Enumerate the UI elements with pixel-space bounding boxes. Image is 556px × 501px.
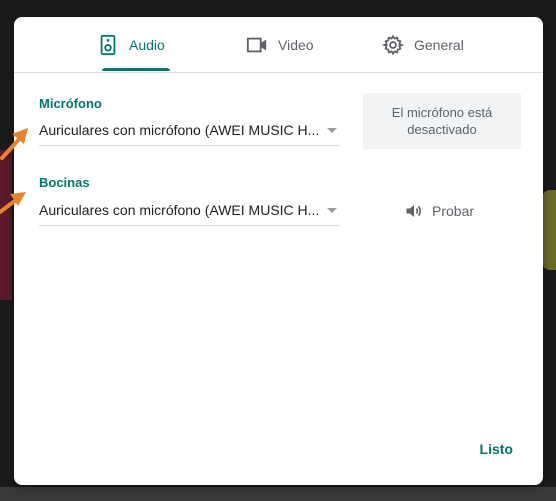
tab-video[interactable]: Video: [246, 17, 314, 72]
microphone-status-text: El micrófono está desactivado: [391, 105, 493, 137]
chevron-down-icon: [327, 128, 337, 133]
speakers-label: Bocinas: [39, 175, 90, 190]
microphone-select[interactable]: Auriculares con micrófono (AWEI MUSIC H.…: [39, 117, 340, 146]
speakers-select[interactable]: Auriculares con micrófono (AWEI MUSIC H.…: [39, 197, 340, 226]
microphone-select-value: Auriculares con micrófono (AWEI MUSIC H.…: [39, 122, 320, 138]
done-button[interactable]: Listo: [480, 441, 513, 457]
settings-tabs: Audio Video General: [14, 17, 543, 73]
tab-video-label: Video: [278, 36, 314, 53]
background-video-right: [542, 190, 556, 270]
chevron-down-icon: [327, 208, 337, 213]
test-speakers-label: Probar: [432, 203, 475, 219]
tab-general[interactable]: General: [382, 17, 464, 72]
gear-icon: [382, 34, 404, 55]
tab-audio[interactable]: Audio: [97, 17, 187, 72]
volume-icon: [406, 205, 422, 217]
tab-audio-label: Audio: [129, 36, 165, 53]
annotation-arrow-icon: [0, 128, 28, 160]
background-video-left: [0, 150, 12, 300]
background-toolbar: [0, 487, 556, 501]
speaker-icon: [100, 34, 116, 55]
microphone-status-box: El micrófono está desactivado: [363, 93, 521, 149]
active-tab-indicator: [102, 68, 170, 71]
settings-dialog: Audio Video General Micrófono Auriculare…: [14, 17, 543, 485]
test-speakers-button[interactable]: Probar: [404, 199, 474, 223]
speakers-select-value: Auriculares con micrófono (AWEI MUSIC H.…: [39, 202, 320, 218]
video-camera-icon: [246, 37, 267, 52]
annotation-arrow-icon: [0, 192, 26, 214]
microphone-label: Micrófono: [39, 96, 102, 111]
tab-general-label: General: [414, 36, 464, 53]
